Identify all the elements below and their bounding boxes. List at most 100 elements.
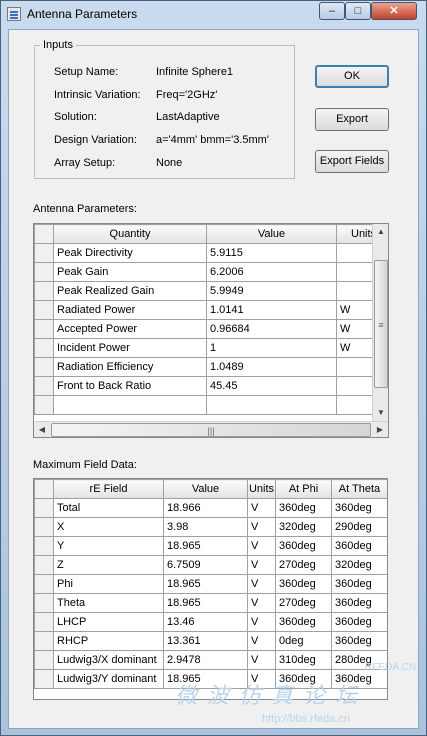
table-row[interactable]: RHCP 13.361 V 0deg 360deg (34, 631, 387, 651)
value-cell[interactable]: 18.965 (163, 593, 248, 613)
table-row[interactable]: Accepted Power 0.96684 W (34, 319, 377, 339)
table-row[interactable]: LHCP 13.46 V 360deg 360deg (34, 612, 387, 632)
value-cell[interactable]: 6.2006 (206, 262, 337, 282)
table-row[interactable]: Phi 18.965 V 360deg 360deg (34, 574, 387, 594)
row-header[interactable] (34, 612, 54, 632)
value-cell[interactable]: 18.966 (163, 498, 248, 518)
value-cell[interactable]: 1 (206, 338, 337, 358)
units-cell[interactable] (336, 376, 377, 396)
row-header[interactable] (34, 631, 54, 651)
value-cell[interactable]: 18.965 (163, 536, 248, 556)
title-bar[interactable]: Antenna Parameters – □ ✕ (1, 1, 426, 27)
value-cell[interactable]: 2.9478 (163, 650, 248, 670)
phi-cell[interactable]: 320deg (275, 517, 332, 537)
row-header[interactable] (34, 555, 54, 575)
scroll-down-arrow-icon[interactable]: ▼ (373, 405, 388, 421)
units-cell[interactable] (336, 357, 377, 377)
row-header[interactable] (34, 669, 54, 689)
field-cell[interactable]: LHCP (53, 612, 164, 632)
scroll-right-arrow-icon[interactable]: ▶ (372, 422, 388, 437)
col-header-value[interactable]: Value (163, 479, 248, 499)
units-cell[interactable] (336, 262, 377, 282)
params-vscroll-thumb[interactable]: ≡ (374, 260, 388, 388)
units-cell[interactable]: V (247, 517, 276, 537)
units-cell[interactable]: V (247, 593, 276, 613)
row-header[interactable] (34, 574, 54, 594)
phi-cell[interactable]: 310deg (275, 650, 332, 670)
field-cell[interactable]: Phi (53, 574, 164, 594)
value-cell[interactable]: 45.45 (206, 376, 337, 396)
phi-cell[interactable]: 270deg (275, 555, 332, 575)
units-cell[interactable]: W (336, 319, 377, 339)
table-row[interactable] (34, 395, 377, 415)
table-row[interactable]: Theta 18.965 V 270deg 360deg (34, 593, 387, 613)
quantity-cell[interactable]: Peak Gain (53, 262, 207, 282)
units-cell[interactable]: V (247, 574, 276, 594)
row-header[interactable] (34, 243, 54, 263)
value-cell[interactable]: 1.0489 (206, 357, 337, 377)
value-cell[interactable]: 13.46 (163, 612, 248, 632)
field-cell[interactable]: Theta (53, 593, 164, 613)
value-cell[interactable]: 1.0141 (206, 300, 337, 320)
row-header[interactable] (34, 395, 54, 415)
units-cell[interactable]: V (247, 612, 276, 632)
field-cell[interactable]: Z (53, 555, 164, 575)
field-cell[interactable]: RHCP (53, 631, 164, 651)
maximum-field-data-grid[interactable]: rE Field Value Units At Phi At Theta Tot… (33, 478, 388, 700)
quantity-cell[interactable]: Radiation Efficiency (53, 357, 207, 377)
quantity-cell[interactable]: Accepted Power (53, 319, 207, 339)
quantity-cell[interactable]: Incident Power (53, 338, 207, 358)
row-header[interactable] (34, 517, 54, 537)
units-cell[interactable] (336, 281, 377, 301)
ok-button[interactable]: OK (315, 65, 389, 88)
row-header[interactable] (34, 262, 54, 282)
quantity-cell[interactable]: Radiated Power (53, 300, 207, 320)
table-row[interactable]: Total 18.966 V 360deg 360deg (34, 498, 387, 518)
phi-cell[interactable]: 360deg (275, 498, 332, 518)
units-cell[interactable]: V (247, 555, 276, 575)
value-cell[interactable]: 0.96684 (206, 319, 337, 339)
row-header[interactable] (34, 376, 54, 396)
units-cell[interactable]: V (247, 650, 276, 670)
phi-cell[interactable]: 360deg (275, 574, 332, 594)
close-button[interactable]: ✕ (371, 2, 417, 20)
quantity-cell[interactable]: Peak Realized Gain (53, 281, 207, 301)
phi-cell[interactable]: 360deg (275, 612, 332, 632)
units-cell[interactable]: W (336, 300, 377, 320)
export-fields-button[interactable]: Export Fields (315, 150, 389, 173)
col-header-at-theta[interactable]: At Theta (331, 479, 387, 499)
theta-cell[interactable]: 320deg (331, 555, 387, 575)
table-row[interactable]: Radiation Efficiency 1.0489 (34, 357, 377, 377)
table-row[interactable]: Ludwig3/X dominant 2.9478 V 310deg 280deg (34, 650, 387, 670)
value-cell[interactable]: 3.98 (163, 517, 248, 537)
scroll-up-arrow-icon[interactable]: ▲ (373, 224, 388, 240)
table-row[interactable]: Incident Power 1 W (34, 338, 377, 358)
theta-cell[interactable]: 360deg (331, 574, 387, 594)
value-cell[interactable]: 6.7509 (163, 555, 248, 575)
value-cell[interactable]: 5.9949 (206, 281, 337, 301)
units-cell[interactable]: V (247, 498, 276, 518)
theta-cell[interactable]: 290deg (331, 517, 387, 537)
row-header[interactable] (34, 498, 54, 518)
row-header[interactable] (34, 281, 54, 301)
value-cell[interactable]: 18.965 (163, 574, 248, 594)
row-header[interactable] (34, 593, 54, 613)
params-vertical-scrollbar[interactable]: ▲ ≡ ▼ (372, 224, 388, 421)
theta-cell[interactable]: 360deg (331, 631, 387, 651)
col-header-at-phi[interactable]: At Phi (275, 479, 332, 499)
value-cell[interactable]: 13.361 (163, 631, 248, 651)
table-row[interactable]: Peak Directivity 5.9115 (34, 243, 377, 263)
table-row[interactable]: Front to Back Ratio 45.45 (34, 376, 377, 396)
field-cell[interactable]: Ludwig3/Y dominant (53, 669, 164, 689)
phi-cell[interactable]: 0deg (275, 631, 332, 651)
theta-cell[interactable]: 360deg (331, 498, 387, 518)
field-cell[interactable]: Total (53, 498, 164, 518)
units-cell[interactable]: V (247, 631, 276, 651)
table-row[interactable]: Peak Realized Gain 5.9949 (34, 281, 377, 301)
scroll-left-arrow-icon[interactable]: ◀ (34, 422, 50, 437)
table-row[interactable]: X 3.98 V 320deg 290deg (34, 517, 387, 537)
theta-cell[interactable]: 360deg (331, 612, 387, 632)
col-header-value[interactable]: Value (206, 224, 337, 244)
col-header-units[interactable]: Units (247, 479, 276, 499)
row-header[interactable] (34, 650, 54, 670)
